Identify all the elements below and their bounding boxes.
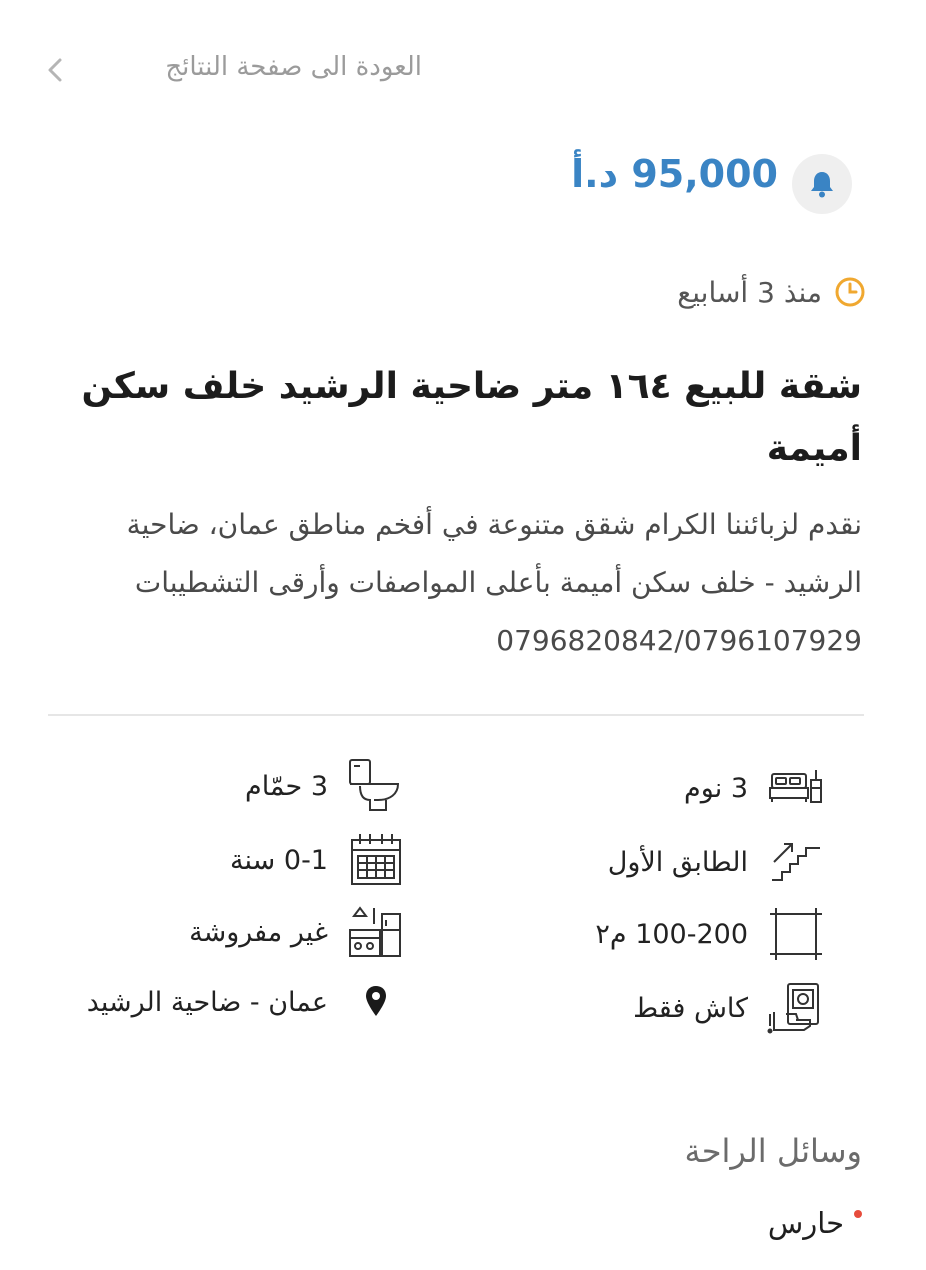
area-icon bbox=[770, 908, 822, 960]
kitchen-icon bbox=[349, 906, 401, 957]
bell-icon bbox=[811, 172, 833, 198]
clock-icon bbox=[835, 277, 865, 307]
divider bbox=[48, 714, 864, 716]
location-pin-icon bbox=[366, 986, 386, 1016]
bedrooms-text: 3 نوم bbox=[684, 772, 748, 804]
bed-icon bbox=[769, 770, 822, 803]
payment-text: كاش فقط bbox=[633, 992, 748, 1024]
location-text: عمان - ضاحية الرشيد bbox=[86, 986, 328, 1018]
back-label: العودة الى صفحة النتائج bbox=[165, 52, 422, 82]
amenity-item: حارس bbox=[768, 1206, 862, 1240]
calendar-icon bbox=[351, 834, 401, 885]
feature-bathrooms: 3 حمّام bbox=[245, 756, 406, 816]
feature-floor: الطابق الأول bbox=[608, 832, 826, 892]
stairs-icon bbox=[772, 843, 820, 881]
cash-icon bbox=[767, 983, 819, 1034]
back-to-results-link[interactable]: العودة الى صفحة النتائج bbox=[0, 48, 926, 92]
floor-text: الطابق الأول bbox=[607, 846, 748, 878]
chevron-left-icon bbox=[48, 58, 62, 82]
bullet-dot bbox=[854, 1210, 862, 1218]
feature-bedrooms: 3 نوم bbox=[684, 758, 826, 818]
furnishing-text: غير مفروشة bbox=[189, 916, 328, 948]
age-text: 0-1 سنة bbox=[230, 844, 328, 876]
amenities-heading: وسائل الراحة bbox=[684, 1132, 862, 1170]
feature-payment: كاش فقط bbox=[633, 978, 826, 1038]
bathrooms-text: 3 حمّام bbox=[244, 770, 328, 802]
posted-time: منذ 3 أسابيع bbox=[677, 270, 866, 314]
feature-area: 100-200 م٢ bbox=[595, 904, 826, 964]
posted-time-text: منذ 3 أسابيع bbox=[677, 275, 822, 309]
amenity-text: حارس bbox=[767, 1206, 844, 1240]
price-alert-button[interactable] bbox=[792, 154, 852, 214]
feature-location: عمان - ضاحية الرشيد bbox=[87, 972, 406, 1032]
feature-furnishing: غير مفروشة bbox=[189, 902, 406, 962]
listing-price: 95,000 د.أ bbox=[571, 152, 778, 196]
feature-age: 0-1 سنة bbox=[230, 830, 406, 890]
listing-description: نقدم لزبائننا الكرام شقق متنوعة في أفخم … bbox=[126, 508, 862, 657]
listing-title: شقة للبيع ١٦٤ متر ضاحية الرشيد خلف سكن أ… bbox=[81, 366, 862, 469]
area-text: 100-200 م٢ bbox=[595, 918, 748, 950]
toilet-icon bbox=[349, 759, 400, 811]
